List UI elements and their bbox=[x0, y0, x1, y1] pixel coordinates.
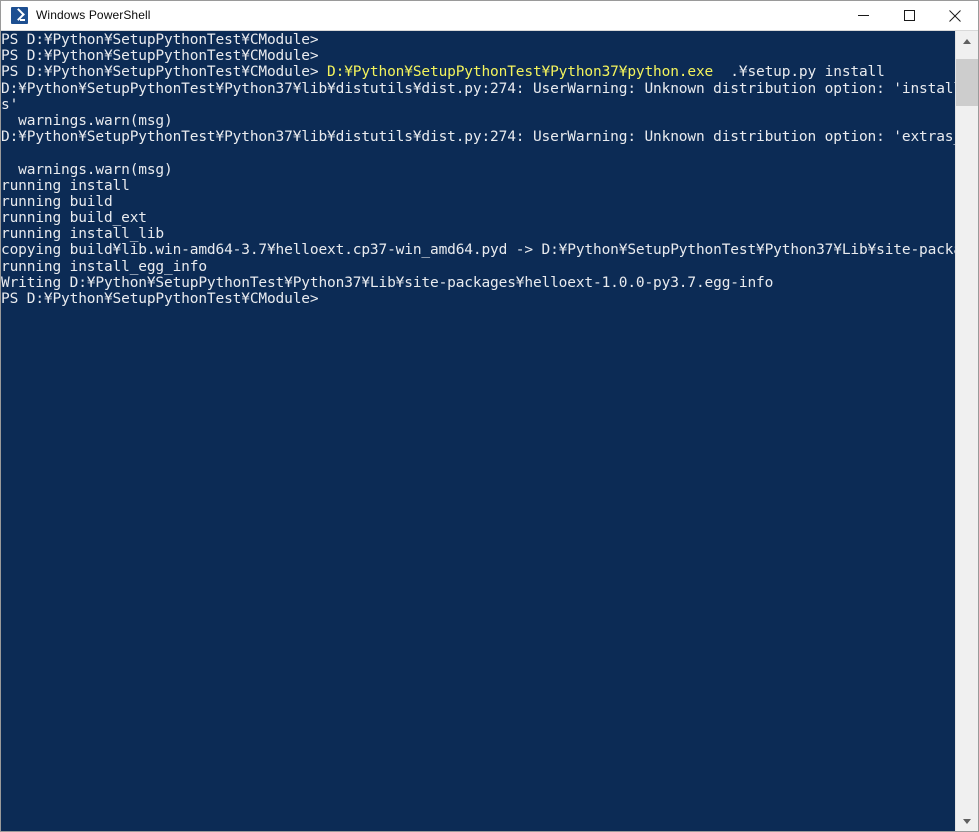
window-controls bbox=[840, 1, 978, 30]
maximize-button[interactable] bbox=[886, 1, 932, 30]
title-bar[interactable]: Windows PowerShell bbox=[1, 1, 978, 31]
chevron-down-icon bbox=[963, 818, 971, 824]
powershell-window: Windows PowerShell PS D:¥Python¥SetupPyt… bbox=[0, 0, 979, 832]
chevron-up-icon bbox=[963, 38, 971, 44]
console-line: copying build¥lib.win-amd64-3.7¥helloext… bbox=[1, 242, 955, 258]
console-area: PS D:¥Python¥SetupPythonTest¥CModule> PS … bbox=[1, 31, 978, 831]
console-text-segment: running install bbox=[1, 177, 130, 194]
console-text-segment: Writing D:¥Python¥SetupPythonTest¥Python… bbox=[1, 274, 774, 291]
console-line: running install bbox=[1, 178, 955, 194]
console-text-segment: copying build¥lib.win-amd64-3.7¥helloext… bbox=[1, 242, 955, 259]
console-line: running build_ext bbox=[1, 210, 955, 226]
console-text-segment: running build_ext bbox=[1, 210, 147, 227]
console-line: D:¥Python¥SetupPythonTest¥Python37¥lib¥d… bbox=[1, 81, 955, 97]
console-output[interactable]: PS D:¥Python¥SetupPythonTest¥CModule> PS … bbox=[1, 31, 955, 831]
scroll-down-button[interactable] bbox=[956, 811, 978, 831]
scroll-up-button[interactable] bbox=[956, 31, 978, 51]
console-text-segment: running install_lib bbox=[1, 226, 165, 243]
console-line: warnings.warn(msg) bbox=[1, 113, 955, 129]
console-line: warnings.warn(msg) bbox=[1, 162, 955, 178]
scrollbar-track[interactable] bbox=[956, 51, 978, 811]
console-line: running install_egg_info bbox=[1, 259, 955, 275]
console-text-segment: .¥setup.py install bbox=[713, 64, 885, 81]
console-text-segment: running build bbox=[1, 193, 113, 210]
console-text-segment: D:¥Python¥SetupPythonTest¥Python37¥lib¥d… bbox=[1, 80, 955, 97]
console-command-text: D:¥Python¥SetupPythonTest¥Python37¥pytho… bbox=[327, 64, 714, 81]
console-line: s' bbox=[1, 97, 955, 113]
console-text-segment: PS D:¥Python¥SetupPythonTest¥CModule> bbox=[1, 48, 319, 65]
console-text-segment: PS D:¥Python¥SetupPythonTest¥CModule> bbox=[1, 32, 319, 48]
console-text: PS D:¥Python¥SetupPythonTest¥CModule> PS … bbox=[1, 32, 955, 307]
console-text-segment: PS D:¥Python¥SetupPythonTest¥CModule> bbox=[1, 64, 328, 81]
powershell-icon bbox=[11, 7, 28, 24]
powershell-icon-underscore bbox=[20, 19, 25, 21]
console-text-segment: warnings.warn(msg) bbox=[1, 161, 173, 178]
console-line: PS D:¥Python¥SetupPythonTest¥CModule> bbox=[1, 291, 955, 307]
console-text-segment: s' bbox=[1, 96, 19, 113]
scrollbar-thumb[interactable] bbox=[956, 59, 978, 106]
close-button[interactable] bbox=[932, 1, 978, 30]
console-text-segment: warnings.warn(msg) bbox=[1, 112, 173, 129]
console-line: running build bbox=[1, 194, 955, 210]
console-line: D:¥Python¥SetupPythonTest¥Python37¥lib¥d… bbox=[1, 129, 955, 145]
console-line: running install_lib bbox=[1, 226, 955, 242]
minimize-button[interactable] bbox=[840, 1, 886, 30]
vertical-scrollbar[interactable] bbox=[955, 31, 978, 831]
console-text-segment: running install_egg_info bbox=[1, 258, 207, 275]
window-title: Windows PowerShell bbox=[36, 8, 151, 22]
console-text-segment: PS D:¥Python¥SetupPythonTest¥CModule> bbox=[1, 291, 319, 307]
console-line: PS D:¥Python¥SetupPythonTest¥CModule> D:… bbox=[1, 64, 955, 80]
console-line: PS D:¥Python¥SetupPythonTest¥CModule> bbox=[1, 48, 955, 64]
console-line: PS D:¥Python¥SetupPythonTest¥CModule> bbox=[1, 32, 955, 48]
console-text-segment: D:¥Python¥SetupPythonTest¥Python37¥lib¥d… bbox=[1, 129, 955, 146]
console-line: Writing D:¥Python¥SetupPythonTest¥Python… bbox=[1, 275, 955, 291]
